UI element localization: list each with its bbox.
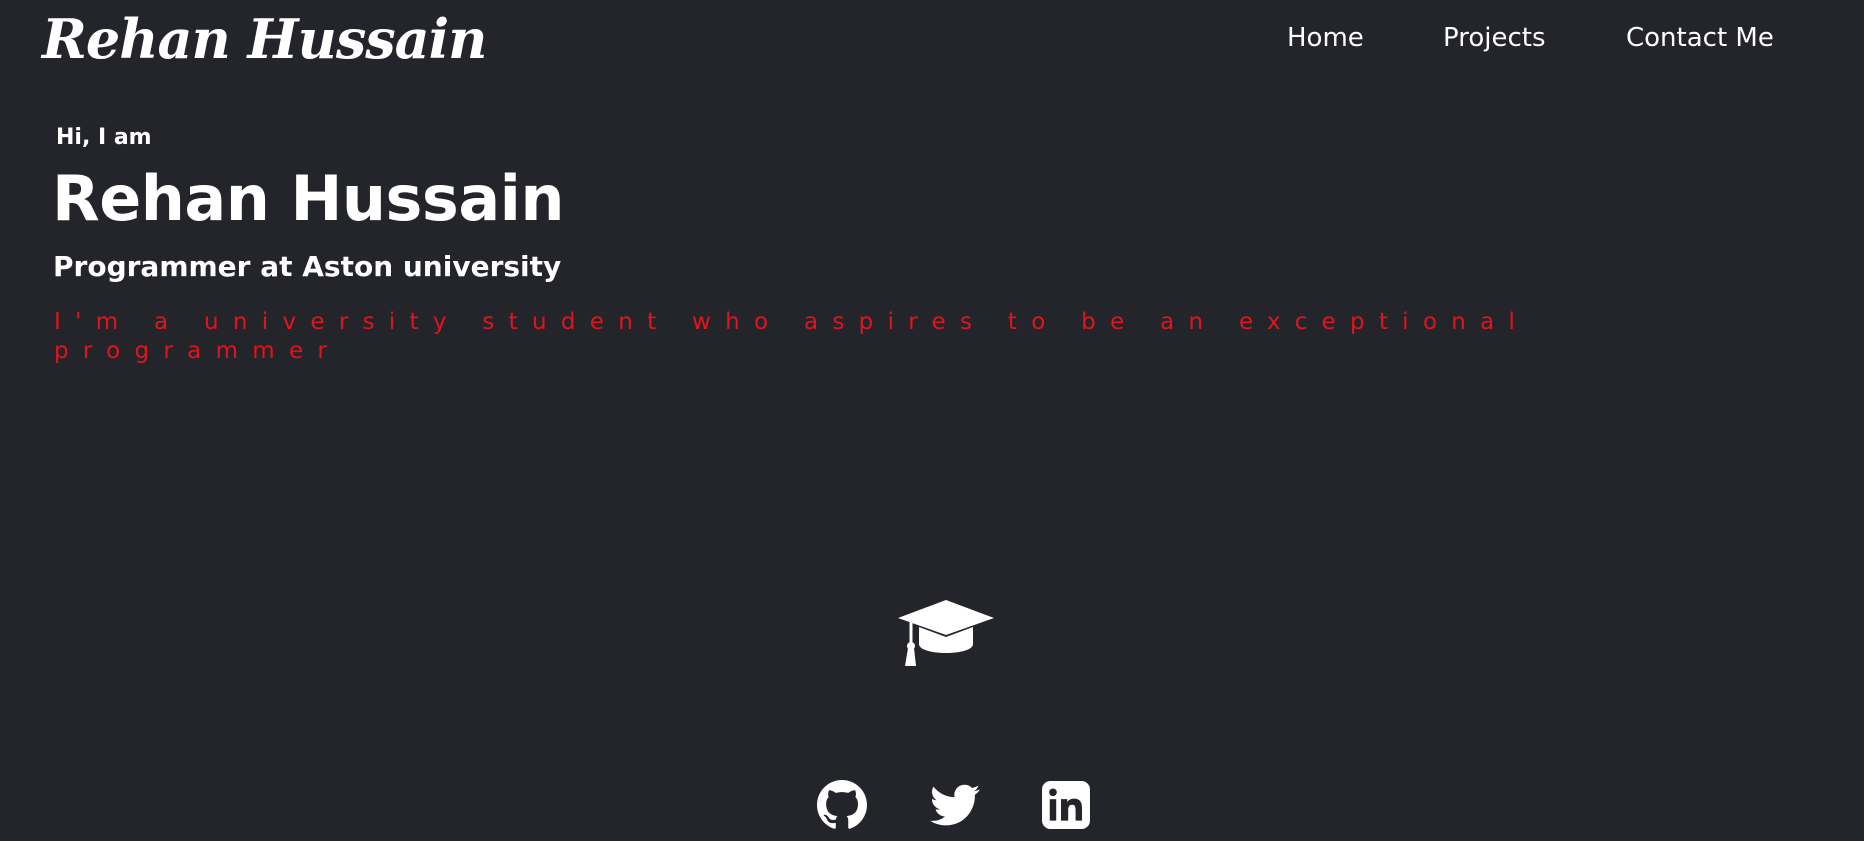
hero-greeting: Hi, I am [56, 125, 152, 150]
site-header: Rehan Hussain Home Projects Contact Me [0, 0, 1864, 80]
twitter-icon[interactable] [930, 780, 980, 830]
hero-tagline: I'm a university student who aspires to … [54, 309, 1530, 364]
nav-link-projects[interactable]: Projects [1443, 20, 1546, 56]
hero-name: Rehan Hussain [52, 162, 565, 235]
nav-link-contact[interactable]: Contact Me [1626, 20, 1774, 56]
linkedin-icon[interactable] [1041, 780, 1091, 830]
hero-role: Programmer at Aston university [53, 250, 562, 283]
graduation-cap-icon [896, 598, 996, 670]
github-icon[interactable] [817, 780, 867, 830]
nav-link-home[interactable]: Home [1287, 20, 1364, 56]
logo[interactable]: Rehan Hussain [42, 4, 487, 74]
